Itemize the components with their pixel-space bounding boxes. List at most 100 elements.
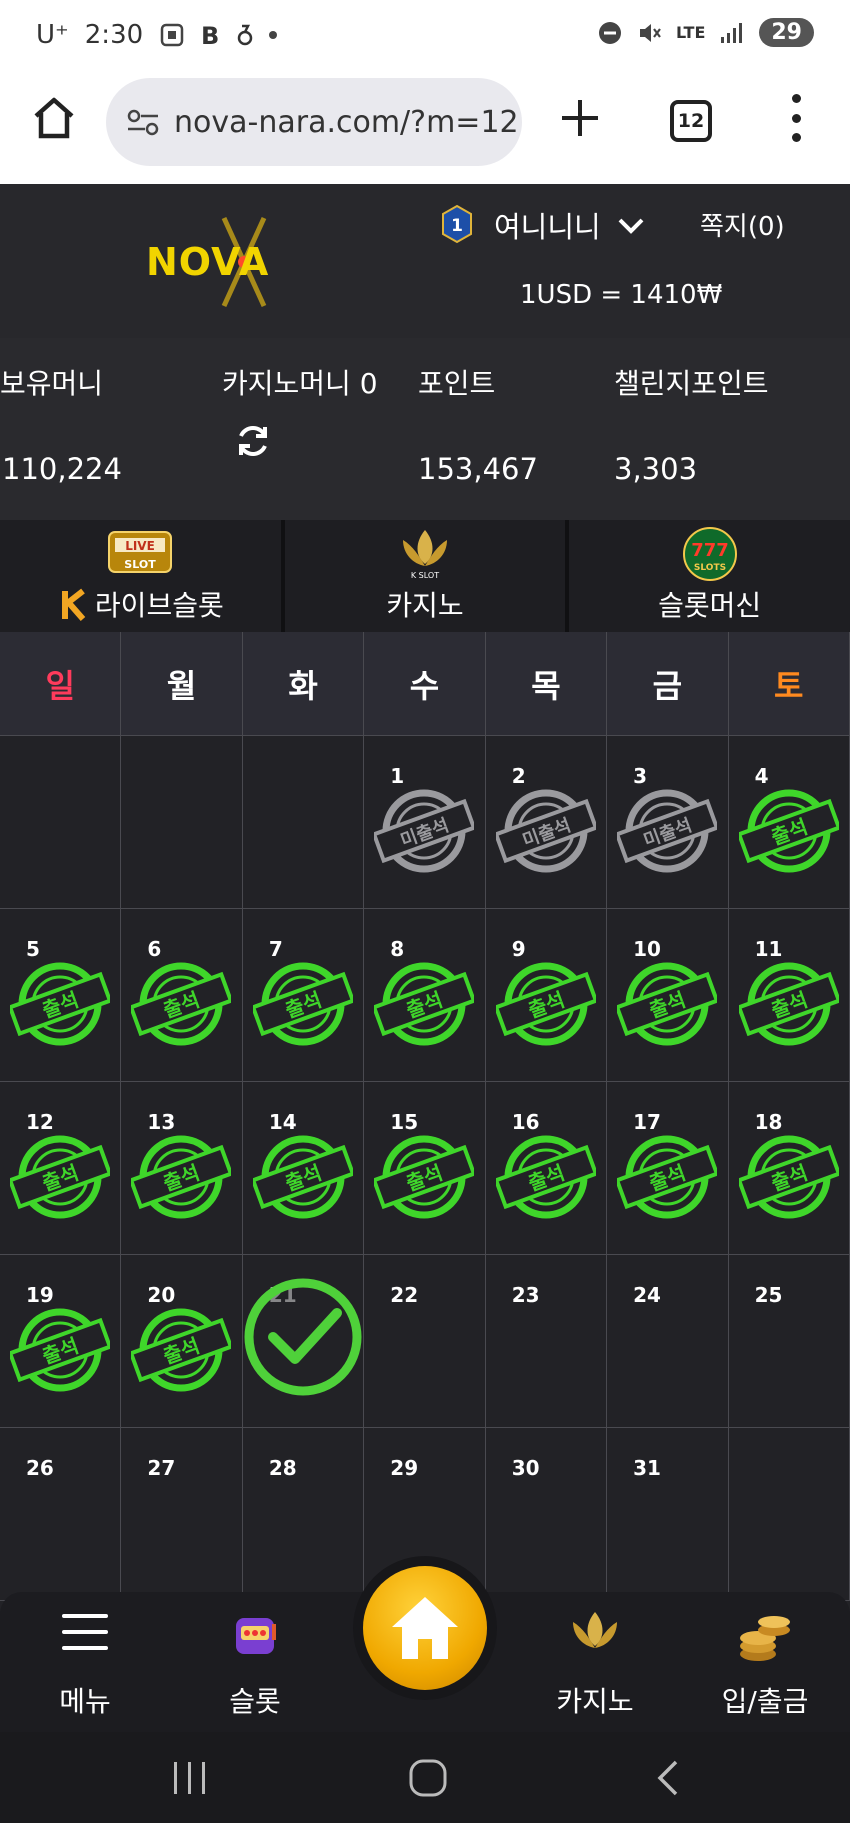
coins-icon <box>740 1616 790 1661</box>
recent-apps-icon[interactable] <box>170 1760 210 1796</box>
weekday-saturday: 토 <box>728 632 850 736</box>
nav-deposit[interactable]: 입/출금 <box>700 1610 830 1718</box>
site-logo[interactable]: NOVA <box>146 214 322 310</box>
live-slot-icon: LIVE SLOT <box>108 531 173 573</box>
chevron-down-icon[interactable] <box>616 212 646 242</box>
day-number: 29 <box>390 1456 419 1480</box>
browser-home-icon[interactable] <box>30 94 78 142</box>
browser-menu-icon[interactable] <box>784 94 808 142</box>
day-number: 4 <box>754 764 769 788</box>
signal-icon <box>721 22 743 43</box>
calendar-day-cell[interactable]: 21 <box>242 1255 365 1428</box>
system-nav-bar <box>0 1732 850 1823</box>
site-settings-icon[interactable] <box>126 107 160 137</box>
calendar-day-cell[interactable]: 8 출석 <box>364 909 486 1082</box>
calendar-day-cell[interactable]: 2 미출석 <box>485 736 608 909</box>
points-value: 153,467 <box>418 452 538 486</box>
home-button[interactable] <box>363 1566 487 1690</box>
calendar-day-cell <box>728 1428 850 1601</box>
calendar-day-cell[interactable]: 28 <box>242 1428 365 1601</box>
tab-count: 12 <box>677 110 705 132</box>
attended-stamp-icon: 출석 <box>131 1308 232 1392</box>
attended-stamp-icon: 출석 <box>738 962 839 1046</box>
nav-slot[interactable]: 슬롯 <box>190 1610 320 1718</box>
nav-deposit-label: 입/출금 <box>721 1685 809 1718</box>
android-home-icon[interactable] <box>408 1758 448 1798</box>
calendar-day-cell[interactable]: 20 출석 <box>121 1255 243 1428</box>
calendar-day-cell <box>242 736 365 909</box>
calendar-grid: 1 미출석 2 미출석 3 미출석 4 출석 5 출석 6 출석 7 출석 8 출석 9 출석 10 출석 11 출석 12… <box>0 736 850 1601</box>
tab-slot-machine[interactable]: 777 SLOTS 슬롯머신 <box>569 520 850 632</box>
k-logo-icon <box>61 588 86 621</box>
new-tab-button[interactable] <box>558 88 602 153</box>
browser-toolbar: nova-nara.com/?m=12 12 <box>0 74 850 184</box>
calendar-day-cell[interactable]: 16 출석 <box>485 1082 608 1255</box>
url-bar[interactable]: nova-nara.com/?m=12 <box>106 78 522 166</box>
slot-machine-label: 슬롯머신 <box>658 589 762 622</box>
calendar-day-cell[interactable]: 19 출석 <box>0 1255 122 1428</box>
tab-live-slot[interactable]: LIVE SLOT 라이브슬롯 <box>0 520 285 632</box>
calendar-day-cell[interactable]: 9 출석 <box>485 909 608 1082</box>
weekday-tuesday: 화 <box>242 632 365 736</box>
tab-switcher-button[interactable]: 12 <box>670 100 712 142</box>
calendar-day-cell <box>0 736 122 909</box>
app-notification-icon <box>237 24 253 46</box>
nav-menu-label: 메뉴 <box>59 1685 111 1718</box>
777-slots-icon: 777 SLOTS <box>682 527 737 581</box>
calendar-day-cell[interactable]: 14 출석 <box>242 1082 365 1255</box>
day-number: 24 <box>633 1283 661 1307</box>
calendar-day-cell[interactable]: 15 출석 <box>364 1082 486 1255</box>
day-number: 22 <box>390 1283 419 1307</box>
calendar-day-cell[interactable]: 12 출석 <box>0 1082 122 1255</box>
calendar-day-cell[interactable]: 22 <box>364 1255 486 1428</box>
calendar-day-cell[interactable]: 6 출석 <box>121 909 243 1082</box>
nav-casino[interactable]: 카지노 <box>530 1610 660 1718</box>
home-button-wrapper <box>353 1556 497 1700</box>
calendar-day-cell[interactable]: 10 출석 <box>607 909 729 1082</box>
weekday-header: 일 월 화 수 목 금 토 <box>0 632 850 736</box>
plus-icon <box>562 100 598 136</box>
challenge-points-value: 3,303 <box>614 452 698 486</box>
username[interactable]: 여니니니 <box>494 204 601 246</box>
refresh-icon[interactable] <box>234 422 272 460</box>
carrier-label: U⁺ <box>36 20 69 50</box>
calendar-day-cell[interactable]: 23 <box>485 1255 608 1428</box>
nav-slot-label: 슬롯 <box>229 1685 281 1718</box>
calendar-day-cell[interactable]: 11 출석 <box>728 909 850 1082</box>
url-text: nova-nara.com/?m=12 <box>174 104 519 140</box>
svg-text:B: B <box>201 22 219 48</box>
calendar-day-cell[interactable]: 24 <box>607 1255 729 1428</box>
calendar-day-cell[interactable]: 27 <box>121 1428 243 1601</box>
day-number: 28 <box>268 1456 297 1480</box>
message-link[interactable]: 쪽지(0) <box>700 206 785 243</box>
calendar-day-cell[interactable]: 1 미출석 <box>364 736 486 909</box>
calendar-day-cell[interactable]: 17 출석 <box>607 1082 729 1255</box>
svg-text:LIVE: LIVE <box>126 539 156 553</box>
tab-casino[interactable]: K SLOT 카지노 <box>285 520 570 632</box>
calendar-day-cell[interactable]: 4 출석 <box>728 736 850 909</box>
calendar-day-cell[interactable]: 30 <box>485 1428 608 1601</box>
calendar-day-cell[interactable]: 25 <box>728 1255 850 1428</box>
nav-casino-label: 카지노 <box>556 1685 634 1718</box>
day-number: 14 <box>268 1110 297 1134</box>
live-slot-label: 라이브슬롯 <box>94 589 224 622</box>
hamburger-icon <box>62 1614 108 1650</box>
calendar-day-cell[interactable]: 3 미출석 <box>607 736 729 909</box>
calendar-day-cell[interactable]: 13 출석 <box>121 1082 243 1255</box>
calendar-day-cell[interactable]: 26 <box>0 1428 122 1601</box>
day-number: 31 <box>633 1456 661 1480</box>
attended-stamp-icon: 출석 <box>617 1135 718 1219</box>
calendar-day-cell[interactable]: 7 출석 <box>242 909 365 1082</box>
calendar-day-cell[interactable]: 31 <box>607 1428 729 1601</box>
calendar-day-cell[interactable]: 18 출석 <box>728 1082 850 1255</box>
clock: 2:30 <box>84 20 144 50</box>
nav-menu[interactable]: 메뉴 <box>20 1610 150 1718</box>
calendar-day-cell[interactable]: 5 출석 <box>0 909 122 1082</box>
weekday-thursday: 목 <box>485 632 608 736</box>
network-type: LTE <box>675 22 706 42</box>
back-icon[interactable] <box>652 1758 682 1798</box>
attended-stamp-icon: 출석 <box>738 789 839 873</box>
attended-stamp-icon: 출석 <box>374 1135 475 1219</box>
calendar-day-cell <box>121 736 243 909</box>
day-number: 10 <box>633 937 661 961</box>
